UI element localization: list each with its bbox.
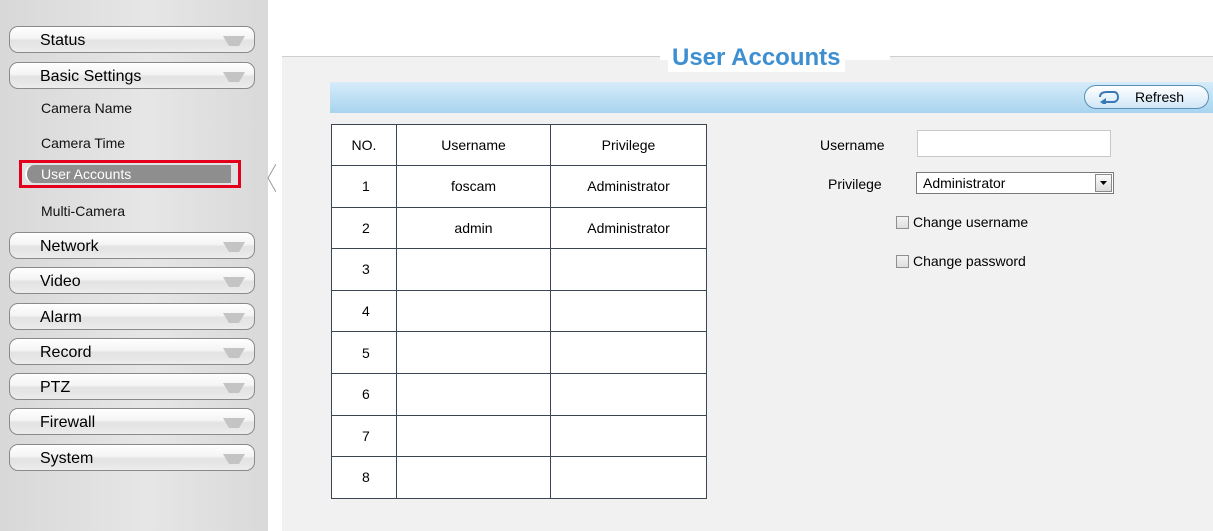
change-username-label: Change username: [913, 214, 1029, 230]
menu-label: Network: [40, 238, 99, 255]
chevron-down-icon: [223, 242, 245, 252]
table-row[interactable]: 1 foscam Administrator: [331, 165, 707, 208]
menu-label: Basic Settings: [40, 68, 142, 85]
cell-privilege: [550, 331, 707, 374]
cell-privilege: Administrator: [550, 206, 707, 250]
menu-label: Video: [40, 273, 81, 290]
table-row[interactable]: 4: [331, 289, 707, 333]
cell-privilege: [550, 372, 707, 416]
active-pointer-notch: [267, 164, 276, 192]
table-row[interactable]: 5: [331, 331, 707, 374]
submenu-user-accounts[interactable]: User Accounts: [19, 160, 241, 188]
privilege-select[interactable]: Administrator: [916, 172, 1114, 194]
checkbox-box[interactable]: [896, 216, 909, 229]
cell-username: [396, 414, 551, 458]
menu-video[interactable]: Video: [9, 267, 255, 294]
cell-no: 2: [331, 206, 397, 250]
dropdown-arrow-icon: [1100, 181, 1107, 185]
cell-username: [396, 289, 551, 333]
chevron-down-icon: [223, 418, 245, 428]
chevron-down-icon: [223, 383, 245, 393]
menu-label: Firewall: [40, 414, 96, 431]
cell-no: 4: [331, 289, 397, 333]
cell-privilege: [550, 289, 707, 333]
cell-privilege: Administrator: [550, 165, 707, 208]
cell-username: admin: [396, 206, 551, 250]
menu-status[interactable]: Status: [9, 26, 255, 53]
table-row[interactable]: 3: [331, 248, 707, 291]
chevron-down-icon: [223, 72, 245, 82]
privilege-selected-value: Administrator: [923, 175, 1006, 191]
accounts-table: NO. Username Privilege 1 foscam Administ…: [331, 124, 707, 499]
menu-record[interactable]: Record: [9, 338, 255, 365]
cell-username: [396, 372, 551, 416]
column-header-username: Username: [396, 124, 551, 166]
column-header-privilege: Privilege: [550, 124, 707, 166]
privilege-label: Privilege: [828, 176, 882, 192]
submenu-multi-camera[interactable]: Multi-Camera: [41, 203, 125, 219]
toolbar: Refresh: [330, 82, 1213, 113]
cell-username: [396, 248, 551, 291]
cell-no: 7: [331, 414, 397, 458]
cell-username: [396, 456, 551, 499]
cell-no: 5: [331, 331, 397, 374]
cell-no: 6: [331, 372, 397, 416]
table-row[interactable]: 8: [331, 456, 707, 499]
menu-system[interactable]: System: [9, 444, 255, 471]
cell-privilege: [550, 456, 707, 499]
refresh-arrow-icon: [1099, 91, 1120, 104]
menu-network[interactable]: Network: [9, 232, 255, 259]
checkbox-box[interactable]: [896, 255, 909, 268]
refresh-label: Refresh: [1135, 89, 1185, 105]
cell-privilege: [550, 248, 707, 291]
cell-username: [396, 331, 551, 374]
menu-label: Record: [40, 344, 92, 361]
table-row[interactable]: 6: [331, 372, 707, 416]
cell-no: 3: [331, 248, 397, 291]
change-password-checkbox[interactable]: Change password: [896, 253, 1046, 273]
menu-label: Alarm: [40, 309, 82, 326]
username-input[interactable]: [917, 130, 1111, 157]
table-header-row: NO. Username Privilege: [331, 124, 707, 166]
menu-basic-settings[interactable]: Basic Settings: [9, 62, 255, 89]
change-password-label: Change password: [913, 253, 1026, 269]
cell-privilege: [550, 414, 707, 458]
chevron-down-icon: [223, 313, 245, 323]
username-label: Username: [820, 137, 885, 153]
table-row[interactable]: 7: [331, 414, 707, 458]
chevron-down-icon: [223, 277, 245, 287]
sidebar: Status Basic Settings Camera Name Camera…: [0, 0, 276, 531]
column-header-no: NO.: [331, 124, 397, 166]
menu-label: Status: [40, 32, 86, 49]
menu-label: System: [40, 450, 94, 467]
page-title: User Accounts: [668, 44, 845, 72]
menu-firewall[interactable]: Firewall: [9, 408, 255, 435]
table-row[interactable]: 2 admin Administrator: [331, 206, 707, 250]
submenu-camera-time[interactable]: Camera Time: [41, 135, 125, 151]
chevron-down-icon: [223, 348, 245, 358]
menu-label: PTZ: [40, 379, 71, 396]
refresh-button[interactable]: Refresh: [1084, 85, 1209, 109]
cell-no: 8: [331, 456, 397, 499]
menu-ptz[interactable]: PTZ: [9, 373, 255, 400]
dropdown-button[interactable]: [1095, 174, 1112, 192]
cell-no: 1: [331, 165, 397, 208]
menu-alarm[interactable]: Alarm: [9, 303, 255, 330]
submenu-label: User Accounts: [41, 166, 132, 182]
submenu-camera-name[interactable]: Camera Name: [41, 100, 132, 116]
chevron-down-icon: [223, 454, 245, 464]
cell-username: foscam: [396, 165, 551, 208]
chevron-down-icon: [223, 36, 245, 46]
change-username-checkbox[interactable]: Change username: [896, 214, 1046, 234]
